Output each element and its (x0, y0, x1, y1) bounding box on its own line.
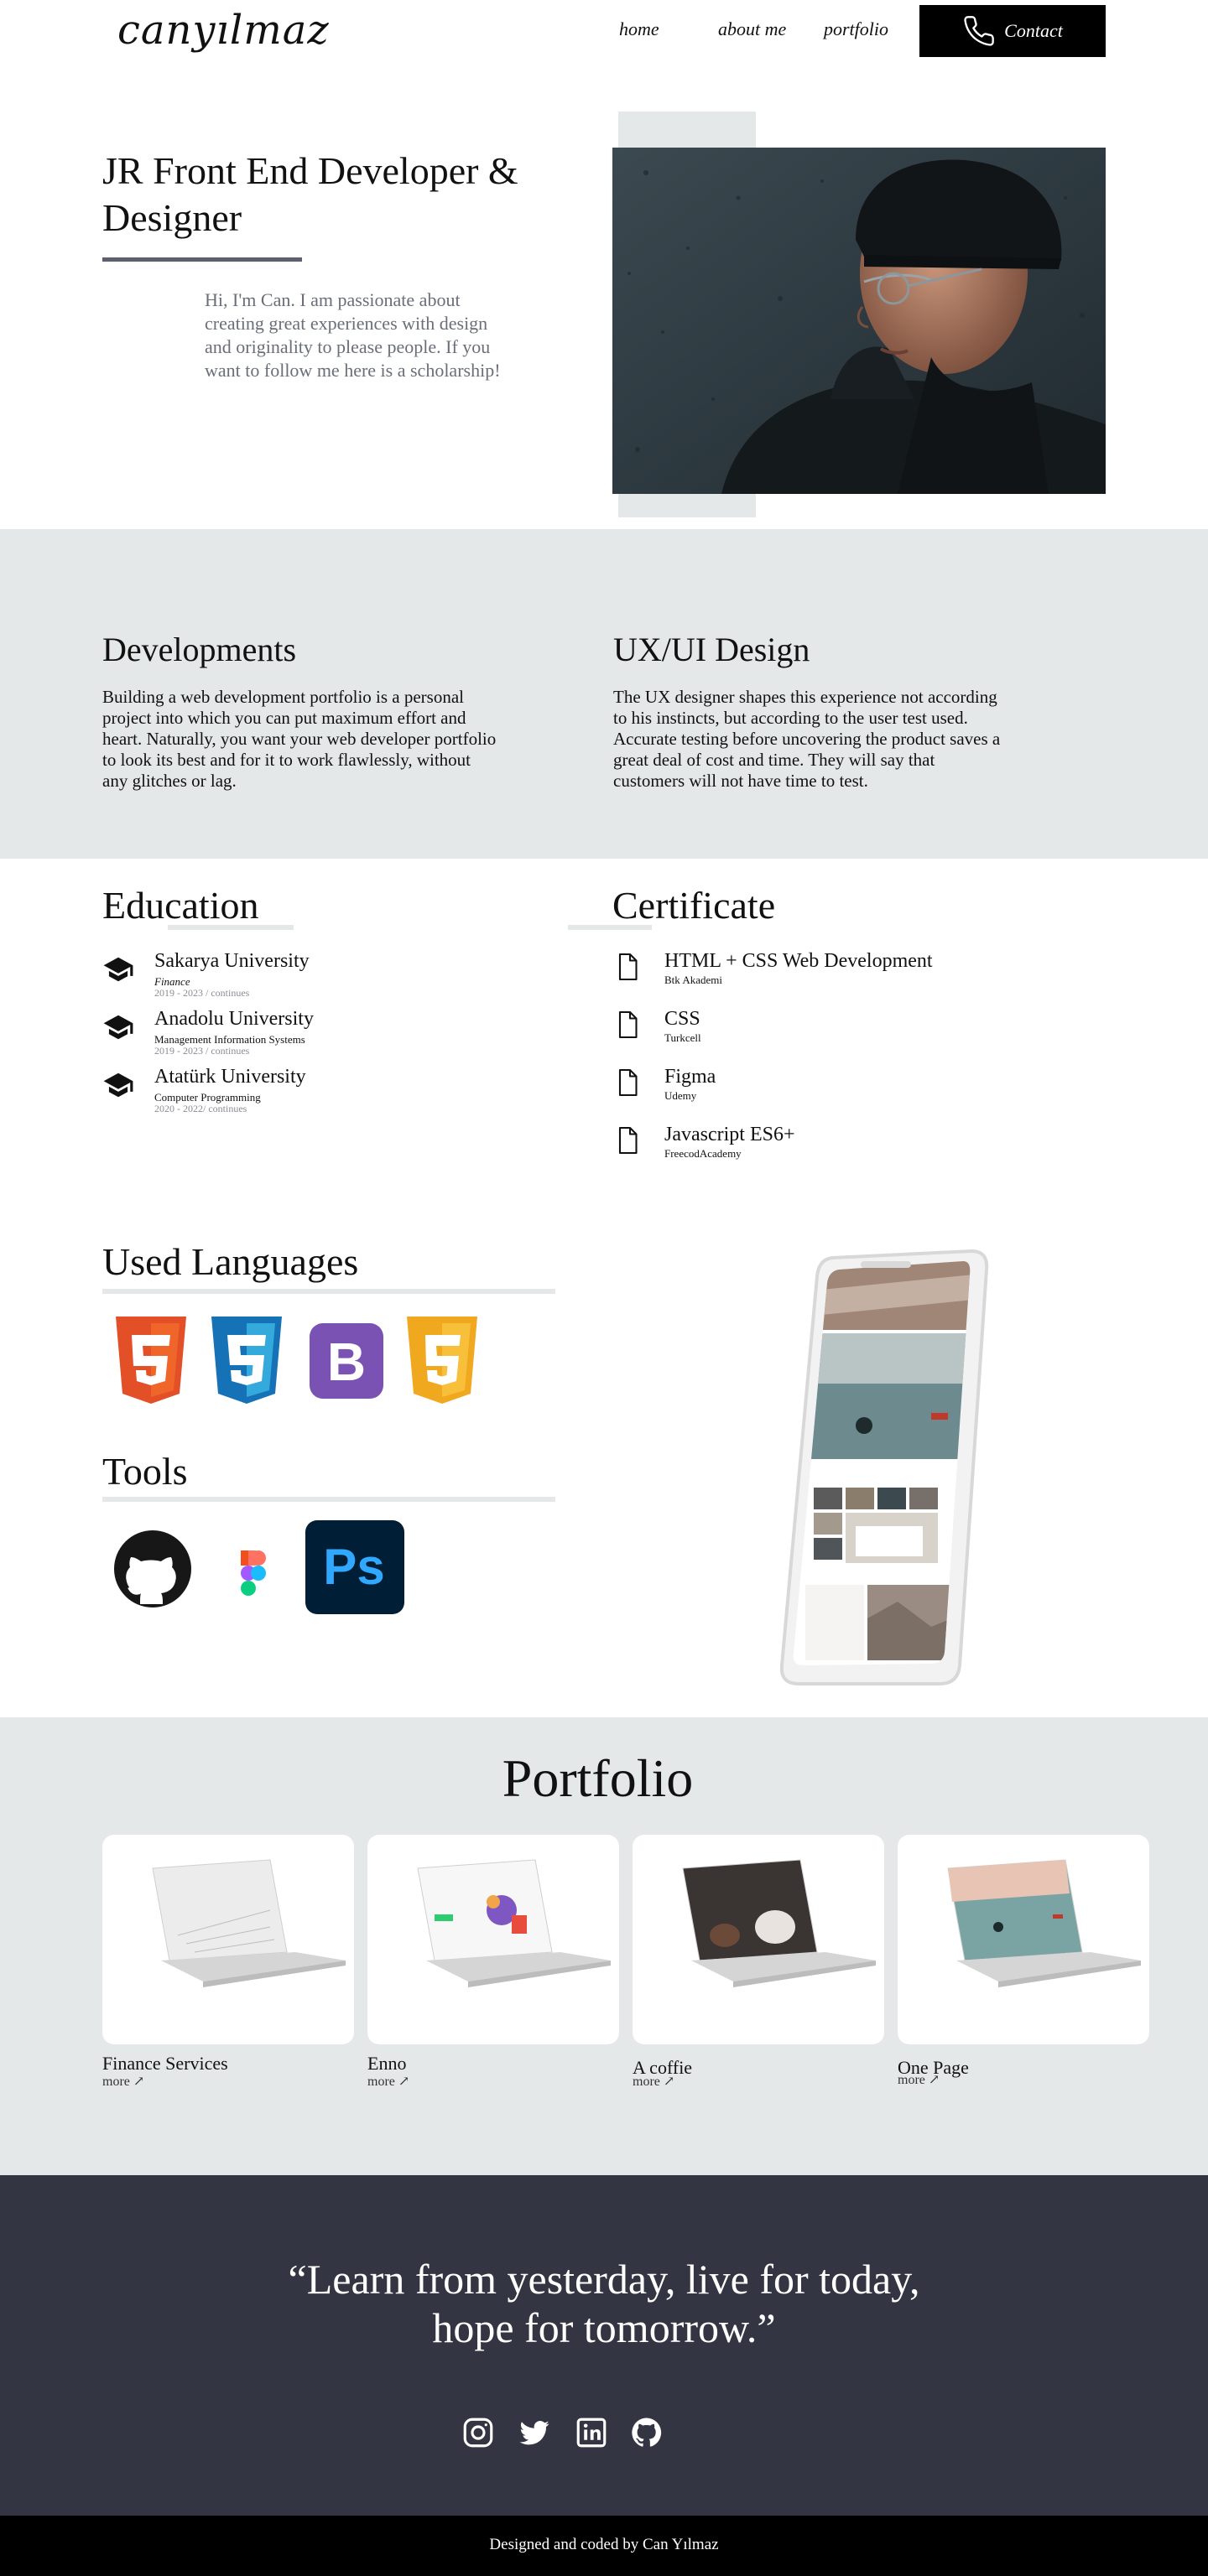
tools-underline (102, 1497, 555, 1502)
figma-icon (241, 1550, 266, 1596)
quote-line-2: hope for tomorrow.” (432, 2304, 776, 2351)
document-icon (618, 1126, 638, 1155)
education-date: 2019 - 2023 / continues (154, 987, 250, 999)
certificate-name: CSS (664, 1008, 700, 1030)
uxui-text: The UX designer shapes this experience n… (613, 687, 1001, 791)
certificate-item: CSS Turkcell (612, 1008, 1082, 1050)
nav-link-portfolio[interactable]: portfolio (824, 18, 888, 40)
portfolio-more-link[interactable]: more ↗ (102, 2073, 144, 2090)
certificate-name: HTML + CSS Web Development (664, 950, 933, 972)
instagram-icon[interactable] (461, 2415, 496, 2450)
portfolio-card-coffie[interactable] (633, 1835, 884, 2044)
education-date: 2020 - 2022/ continues (154, 1103, 247, 1114)
portfolio-heading: Portfolio (502, 1748, 694, 1808)
uxui-title: UX/UI Design (613, 631, 810, 668)
graduation-cap-icon (103, 957, 133, 982)
portfolio-more-link[interactable]: more ↗ (898, 2071, 940, 2088)
contact-label: Contact (1004, 20, 1063, 41)
portfolio-card-onepage[interactable] (898, 1835, 1149, 2044)
hero-divider (102, 257, 302, 262)
certificate-heading: Certificate (612, 884, 776, 927)
education-heading: Education (102, 884, 259, 927)
certificate-issuer: Turkcell (664, 1031, 701, 1044)
education-item: Atatürk University Computer Programming … (102, 1066, 522, 1116)
contact-button[interactable]: Contact (919, 5, 1106, 57)
graduation-cap-icon (103, 1015, 133, 1040)
portfolio-section: Portfolio Finance Services more ↗ Enno m… (0, 1717, 1208, 2175)
developments-text: Building a web development portfolio is … (102, 687, 497, 791)
portfolio-more-link[interactable]: more ↗ (367, 2073, 409, 2090)
hero-intro: Hi, I'm Can. I am passionate about creat… (205, 289, 501, 381)
quote-line-1: “Learn from yesterday, live for today, (288, 2256, 920, 2303)
education-school: Anadolu University (154, 1008, 314, 1030)
document-icon (618, 1068, 638, 1097)
laptop-mockup-image (947, 1859, 1141, 1987)
portfolio-name-enno: Enno (367, 2053, 407, 2074)
portfolio-more-link[interactable]: more ↗ (633, 2073, 674, 2090)
document-icon (618, 953, 638, 981)
certificate-issuer: FreecodAcademy (664, 1147, 742, 1160)
languages-underline (102, 1289, 555, 1294)
nav-link-home[interactable]: home (619, 18, 659, 40)
languages-heading: Used Languages (102, 1240, 359, 1283)
javascript-icon (407, 1317, 477, 1404)
photoshop-icon: Ps (305, 1520, 404, 1614)
portfolio-name-finance: Finance Services (102, 2053, 228, 2074)
portfolio-card-enno[interactable] (367, 1835, 619, 2044)
graduation-cap-icon (103, 1072, 133, 1098)
footer-credit: Designed and coded by Can Yılmaz (489, 2536, 719, 2553)
hero-title: JR Front End Developer & Designer (102, 149, 518, 239)
phone-mockup-image (780, 1249, 989, 1685)
services-section: Developments Building a web development … (0, 529, 1208, 859)
education-school: Atatürk University (154, 1066, 306, 1088)
quote-section: “Learn from yesterday, live for today, h… (0, 2175, 1208, 2516)
certificate-item: Javascript ES6+ FreecodAcademy (612, 1124, 1082, 1166)
education-school: Sakarya University (154, 950, 310, 972)
laptop-mockup-image (682, 1859, 876, 1987)
developments-title: Developments (102, 631, 297, 668)
nav-link-about[interactable]: about me (718, 18, 786, 40)
certificate-name: Javascript ES6+ (664, 1124, 795, 1145)
certificate-item: Figma Udemy (612, 1066, 1082, 1108)
tools-heading: Tools (102, 1450, 188, 1493)
certificate-issuer: Udemy (664, 1089, 697, 1102)
svg-text:B: B (327, 1332, 366, 1392)
certificate-name: Figma (664, 1066, 716, 1088)
education-date: 2019 - 2023 / continues (154, 1045, 250, 1057)
laptop-mockup-image (152, 1859, 346, 1987)
linkedin-icon[interactable] (574, 2415, 609, 2450)
certificate-issuer: Btk Akademi (664, 974, 722, 986)
laptop-mockup-image (417, 1859, 611, 1987)
twitter-icon[interactable] (517, 2415, 552, 2450)
site-logo[interactable]: canyılmaz (117, 7, 330, 54)
github-icon (114, 1530, 191, 1607)
html5-icon (116, 1317, 186, 1404)
document-icon (618, 1010, 638, 1039)
css3-icon (211, 1317, 282, 1404)
phone-icon (964, 16, 994, 46)
hero-portrait-photo (612, 148, 1106, 494)
education-item: Anadolu University Management Informatio… (102, 1008, 522, 1058)
education-item: Sakarya University Finance 2019 - 2023 /… (102, 950, 522, 1000)
certificate-item: HTML + CSS Web Development Btk Akademi (612, 950, 1082, 992)
portfolio-card-finance[interactable] (102, 1835, 354, 2044)
footer: Designed and coded by Can Yılmaz (0, 2516, 1208, 2576)
github-icon[interactable] (629, 2415, 664, 2450)
bootstrap-icon: B (310, 1323, 383, 1399)
quote-text: “Learn from yesterday, live for today, h… (0, 2255, 1208, 2352)
top-nav: canyılmaz home about me portfolio Contac… (0, 0, 1208, 60)
svg-text:Ps: Ps (323, 1539, 384, 1595)
